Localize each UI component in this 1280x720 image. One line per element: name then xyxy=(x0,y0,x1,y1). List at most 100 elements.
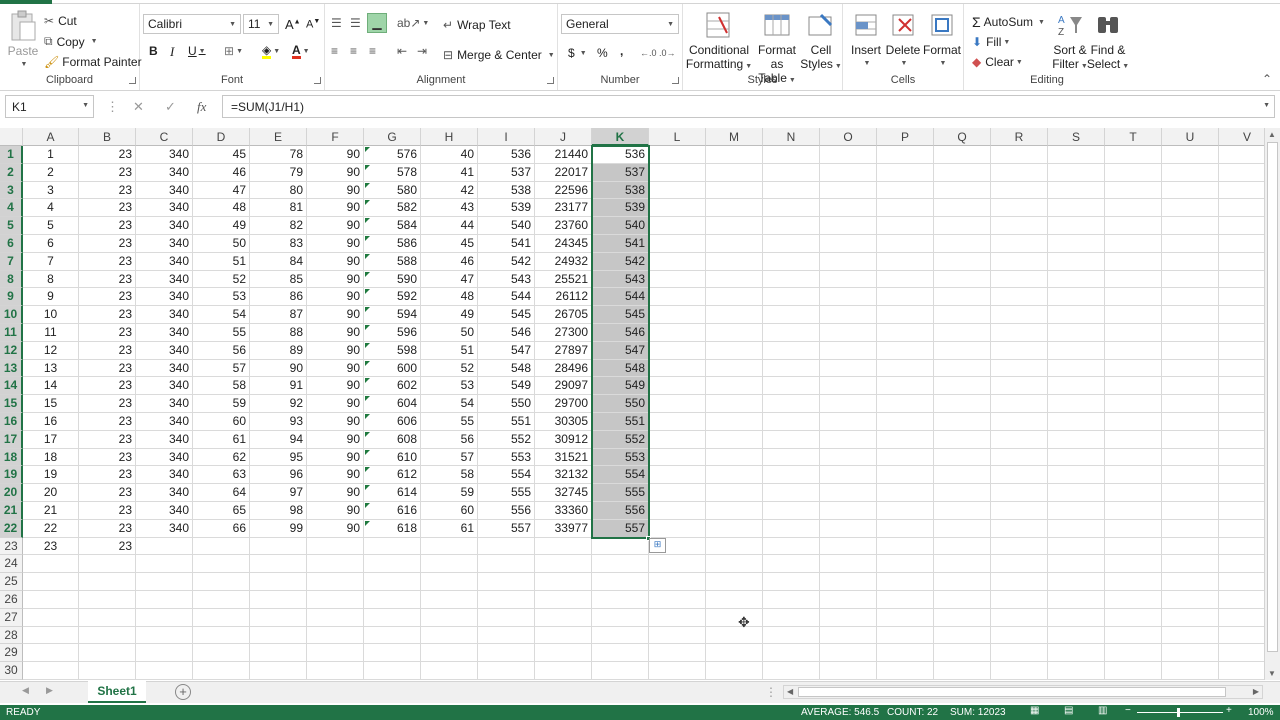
cell-o13[interactable] xyxy=(820,359,877,378)
clear-button[interactable]: ◆ Clear ▼ xyxy=(972,55,1023,69)
cell-o12[interactable] xyxy=(820,341,877,360)
cell-g6[interactable]: 586 xyxy=(364,235,421,253)
scroll-right-icon[interactable]: ▶ xyxy=(1253,687,1259,696)
cell-q5[interactable] xyxy=(934,217,991,235)
column-header-h[interactable]: H xyxy=(421,128,478,146)
cell-h4[interactable]: 43 xyxy=(421,199,478,218)
column-header-l[interactable]: L xyxy=(649,128,706,146)
cell-m30[interactable] xyxy=(706,662,763,680)
cell-u18[interactable] xyxy=(1162,448,1219,467)
cell-i10[interactable]: 545 xyxy=(478,306,535,324)
cell-u6[interactable] xyxy=(1162,235,1219,253)
cell-n19[interactable] xyxy=(763,466,820,485)
cell-u25[interactable] xyxy=(1162,573,1219,591)
cell-g16[interactable]: 606 xyxy=(364,413,421,431)
cell-t27[interactable] xyxy=(1105,608,1162,627)
cell-h20[interactable]: 59 xyxy=(421,484,478,502)
cell-p2[interactable] xyxy=(877,163,934,182)
cell-o26[interactable] xyxy=(820,591,877,609)
cell-a6[interactable]: 6 xyxy=(23,235,79,253)
cell-h11[interactable]: 50 xyxy=(421,324,478,342)
cell-t1[interactable] xyxy=(1105,146,1162,164)
cell-j22[interactable]: 33977 xyxy=(535,519,592,538)
cell-k8[interactable]: 543 xyxy=(592,270,649,289)
cell-h26[interactable] xyxy=(421,591,478,609)
splitter-icon[interactable]: ⋮ xyxy=(765,685,777,699)
cell-a19[interactable]: 19 xyxy=(23,466,79,485)
cell-s11[interactable] xyxy=(1048,324,1105,342)
cell-i16[interactable]: 551 xyxy=(478,413,535,431)
cell-p12[interactable] xyxy=(877,341,934,360)
delete-button[interactable]: Delete ▼ xyxy=(885,9,921,71)
cell-p7[interactable] xyxy=(877,252,934,271)
cell-f14[interactable]: 90 xyxy=(307,377,364,396)
cell-v16[interactable] xyxy=(1219,413,1264,431)
cell-m19[interactable] xyxy=(706,466,763,485)
cell-m1[interactable] xyxy=(706,146,763,164)
cell-o7[interactable] xyxy=(820,252,877,271)
cell-g24[interactable] xyxy=(364,555,421,574)
cell-o25[interactable] xyxy=(820,573,877,591)
cell-b9[interactable]: 23 xyxy=(79,288,136,307)
cell-q11[interactable] xyxy=(934,324,991,342)
cell-i29[interactable] xyxy=(478,644,535,663)
cell-r2[interactable] xyxy=(991,163,1048,182)
cell-j1[interactable]: 21440 xyxy=(535,146,592,164)
cell-n22[interactable] xyxy=(763,519,820,538)
cell-r23[interactable] xyxy=(991,537,1048,556)
row-header[interactable]: 28 xyxy=(0,626,23,645)
cell-c24[interactable] xyxy=(136,555,193,574)
cell-d8[interactable]: 52 xyxy=(193,270,250,289)
cell-n25[interactable] xyxy=(763,573,820,591)
cell-k21[interactable]: 556 xyxy=(592,502,649,520)
cell-c30[interactable] xyxy=(136,662,193,680)
cell-t21[interactable] xyxy=(1105,502,1162,520)
cell-d14[interactable]: 58 xyxy=(193,377,250,396)
cell-n17[interactable] xyxy=(763,430,820,449)
cell-d5[interactable]: 49 xyxy=(193,217,250,235)
zoom-level[interactable]: 100% xyxy=(1248,707,1274,718)
cell-s24[interactable] xyxy=(1048,555,1105,574)
cell-t24[interactable] xyxy=(1105,555,1162,574)
cell-k20[interactable]: 555 xyxy=(592,484,649,502)
cell-e25[interactable] xyxy=(250,573,307,591)
cell-p26[interactable] xyxy=(877,591,934,609)
cell-u9[interactable] xyxy=(1162,288,1219,307)
row-header[interactable]: 2 xyxy=(0,163,23,182)
cell-m8[interactable] xyxy=(706,270,763,289)
zoom-out-icon[interactable]: − xyxy=(1125,705,1131,716)
cell-s5[interactable] xyxy=(1048,217,1105,235)
cell-t6[interactable] xyxy=(1105,235,1162,253)
cell-n2[interactable] xyxy=(763,163,820,182)
cell-a26[interactable] xyxy=(23,591,79,609)
cell-g21[interactable]: 616 xyxy=(364,502,421,520)
scroll-up-icon[interactable]: ▲ xyxy=(1268,130,1276,139)
cell-r17[interactable] xyxy=(991,430,1048,449)
cell-a12[interactable]: 12 xyxy=(23,341,79,360)
cell-s23[interactable] xyxy=(1048,537,1105,556)
cell-v14[interactable] xyxy=(1219,377,1264,396)
cell-q16[interactable] xyxy=(934,413,991,431)
cell-b4[interactable]: 23 xyxy=(79,199,136,218)
cell-s4[interactable] xyxy=(1048,199,1105,218)
cell-p14[interactable] xyxy=(877,377,934,396)
cell-j7[interactable]: 24932 xyxy=(535,252,592,271)
cell-v17[interactable] xyxy=(1219,431,1264,449)
bold-button[interactable]: B xyxy=(149,44,158,58)
cell-b26[interactable] xyxy=(79,591,136,609)
row-header[interactable]: 25 xyxy=(0,573,23,591)
row-header[interactable]: 27 xyxy=(0,608,23,627)
cell-d12[interactable]: 56 xyxy=(193,341,250,360)
cell-i5[interactable]: 540 xyxy=(478,217,535,235)
decrease-indent-button[interactable]: ⇤ xyxy=(397,44,407,58)
expand-formula-icon[interactable]: ▼ xyxy=(1263,102,1270,109)
normal-view-icon[interactable]: ▦ xyxy=(1030,705,1039,716)
cell-i8[interactable]: 543 xyxy=(478,270,535,289)
cell-b23[interactable]: 23 xyxy=(79,537,136,556)
cell-o1[interactable] xyxy=(820,146,877,164)
cell-m12[interactable] xyxy=(706,341,763,360)
cell-u21[interactable] xyxy=(1162,502,1219,520)
cell-l24[interactable] xyxy=(649,555,706,574)
cell-c8[interactable]: 340 xyxy=(136,270,193,289)
cell-v6[interactable] xyxy=(1219,235,1264,253)
